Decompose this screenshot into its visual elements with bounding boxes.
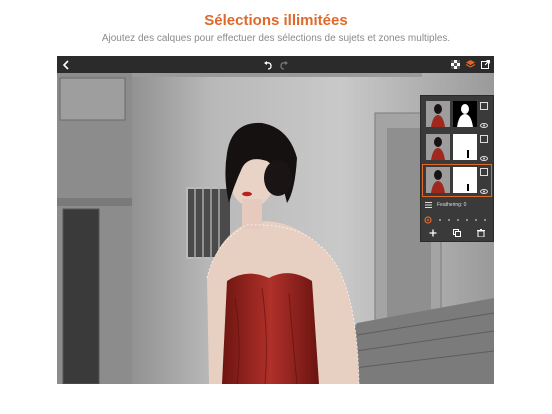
trash-icon[interactable] <box>477 229 485 237</box>
layer-mask-small <box>453 167 477 193</box>
layer-row-3-active[interactable] <box>422 164 492 197</box>
redo-icon <box>280 60 288 70</box>
app-window: Feathering: 0 <box>57 56 494 384</box>
export-icon <box>480 60 490 69</box>
export-button[interactable] <box>479 56 491 73</box>
mask-icon[interactable] <box>480 135 488 143</box>
layer-thumbnail <box>426 167 450 193</box>
transparency-toggle[interactable] <box>449 56 461 73</box>
layers-panel: Feathering: 0 <box>420 95 494 242</box>
mask-icon[interactable] <box>480 102 488 110</box>
layer-mask-small <box>453 134 477 160</box>
undo-icon <box>264 60 272 70</box>
duplicate-icon[interactable] <box>453 229 461 237</box>
photo-canvas[interactable]: Feathering: 0 <box>57 73 494 384</box>
transparency-grid-icon <box>450 60 460 69</box>
eye-icon[interactable] <box>480 189 488 194</box>
layer-row-1[interactable] <box>423 99 491 130</box>
top-toolbar <box>57 56 494 74</box>
layer-thumbnail <box>426 101 450 127</box>
page-headline: Sélections illimitées <box>204 12 348 29</box>
eye-icon[interactable] <box>480 123 488 128</box>
layer-thumbnail <box>426 134 450 160</box>
layer-actions <box>421 227 493 239</box>
chevron-left-icon <box>62 59 69 70</box>
mask-icon[interactable] <box>480 168 488 176</box>
feathering-slider[interactable] <box>421 212 493 224</box>
layer-row-2[interactable] <box>423 132 491 163</box>
undo-button[interactable] <box>261 56 275 73</box>
eye-icon[interactable] <box>480 156 488 161</box>
feathering-row: Feathering: 0 <box>421 199 493 210</box>
layer-mask-silhouette <box>453 101 477 127</box>
add-icon[interactable] <box>429 229 437 237</box>
feathering-label: Feathering: 0 <box>437 201 467 208</box>
redo-button[interactable] <box>277 56 291 73</box>
layers-icon <box>465 60 475 68</box>
menu-icon[interactable] <box>425 201 432 208</box>
layers-button[interactable] <box>464 56 476 73</box>
back-button[interactable] <box>59 56 73 73</box>
page-subtitle: Ajoutez des calques pour effectuer des s… <box>101 33 451 44</box>
